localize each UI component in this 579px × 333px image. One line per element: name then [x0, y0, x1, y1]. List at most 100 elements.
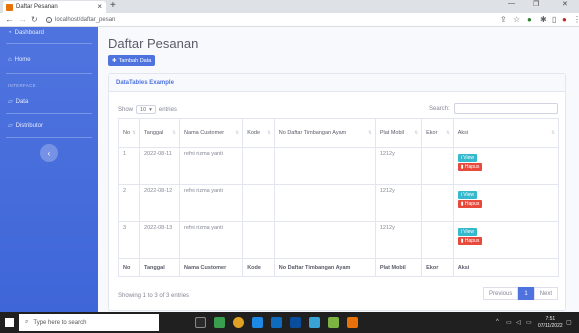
column-header-label: Tanggal — [144, 130, 164, 136]
site-info-icon[interactable]: i — [46, 17, 52, 23]
sidebar-toggle-button[interactable]: ‹ — [40, 144, 58, 162]
column-header[interactable]: Nama Customer ⇅ — [179, 118, 244, 148]
restore-icon[interactable]: ❐ — [533, 0, 539, 8]
app-icon[interactable] — [290, 317, 301, 328]
table-cell-ekor — [421, 221, 454, 259]
sidebar-item-distributor[interactable]: ▱ Distributor — [8, 122, 43, 130]
browser-tab[interactable]: Daftar Pesanan × — [3, 1, 106, 13]
reload-icon[interactable]: ↻ — [31, 15, 38, 24]
tab-close-icon[interactable]: × — [97, 2, 102, 11]
sidebar-item-label: Dashboard — [14, 30, 44, 36]
table-cell-plat: 1212y — [374, 184, 423, 222]
column-footer: No Daftar Timbangan Ayam — [273, 258, 376, 277]
extension-icon[interactable]: ● — [527, 15, 532, 24]
table-cell-no: 2 — [117, 184, 141, 222]
clock-date: 07/11/2022 — [538, 323, 563, 329]
delete-button[interactable]: ▮ Hapus — [457, 237, 483, 245]
table-footer-row: No Tanggal Nama Customer Kode No Daftar Timb… — [117, 258, 560, 277]
column-header[interactable]: Ekor ⇅ — [421, 118, 454, 148]
column-footer: No — [117, 258, 141, 277]
app-icon[interactable] — [347, 317, 358, 328]
table-cell-customer: refni rizma yanti — [179, 184, 244, 222]
bookmark-star-icon[interactable]: ☆ — [513, 15, 520, 24]
back-icon[interactable]: ← — [5, 14, 14, 24]
table-row: 2 2022-08-12 refni rizma yanti 1212y i View ▮… — [117, 184, 560, 222]
column-header-label: Aksi — [457, 130, 469, 136]
sort-icon: ⇅ — [172, 130, 177, 135]
app-icon[interactable] — [252, 317, 263, 328]
table-cell-timbangan — [273, 184, 376, 222]
sidebar-item-data[interactable]: ▱ Data — [8, 98, 28, 106]
table-header-row: No ⇅ Tanggal ⇅ Nama Customer ⇅ Kode ⇅ No Daftar … — [117, 118, 560, 148]
add-data-label: Tambah Data — [118, 57, 152, 64]
tray-chevron-icon[interactable]: ^ — [496, 319, 499, 325]
search-label: Search: — [429, 106, 450, 112]
new-tab-button[interactable]: + — [110, 0, 116, 11]
column-header[interactable]: Tanggal ⇅ — [139, 118, 181, 148]
sidebar-item-label: Distributor — [15, 122, 43, 129]
add-data-button[interactable]: ✚ Tambah Data — [108, 55, 156, 66]
table-row: 1 2022-08-11 refni rizma yanti 1212y i View ▮… — [117, 147, 560, 185]
sidebar-divider — [6, 113, 92, 114]
chrome-icon[interactable] — [233, 317, 244, 328]
delete-button[interactable]: ▮ Hapus — [457, 163, 483, 171]
table-cell-plat: 1212y — [374, 221, 423, 259]
entries-select[interactable]: 10 ▾ — [136, 105, 156, 114]
table-cell-ekor — [421, 184, 454, 222]
column-footer: Aksi — [452, 258, 560, 277]
pagination-page-1[interactable]: 1 — [518, 287, 534, 300]
delete-button[interactable]: ▮ Hapus — [457, 200, 483, 208]
task-view-icon[interactable] — [195, 317, 206, 328]
view-button[interactable]: i View — [457, 154, 477, 162]
app-icon[interactable] — [328, 317, 339, 328]
column-header-label: Plat Mobil — [379, 130, 404, 136]
menu-kebab-icon[interactable]: ⋮ — [573, 15, 579, 24]
table-cell-kode — [242, 184, 275, 222]
share-icon[interactable]: ⇪ — [500, 15, 507, 24]
taskbar-search-placeholder: Type here to search — [33, 319, 87, 326]
app-icon[interactable] — [309, 317, 320, 328]
page-title: Daftar Pesanan — [108, 36, 199, 51]
taskbar-clock[interactable]: 7:51 07/11/2022 — [538, 316, 563, 330]
column-header[interactable]: Plat Mobil ⇅ — [374, 118, 423, 148]
minimize-icon[interactable]: — — [508, 0, 515, 7]
window-close-icon[interactable]: ✕ — [562, 0, 568, 8]
column-footer: Ekor — [421, 258, 454, 277]
sidebar: ◔ Dashboard ⌂ Home INTERFACE ▱ Data ▱ Di… — [0, 27, 98, 312]
forward-icon[interactable]: → — [18, 14, 27, 24]
pagination-previous[interactable]: Previous — [483, 287, 519, 300]
profile-avatar-icon[interactable]: ● — [562, 15, 567, 24]
sidebar-item-dashboard[interactable]: ◔ Dashboard — [8, 30, 44, 36]
column-header[interactable]: Aksi ⇅ — [452, 118, 560, 148]
sidebar-item-home[interactable]: ⌂ Home — [8, 57, 31, 63]
table-cell-timbangan — [273, 147, 376, 185]
notification-icon[interactable]: ▢ — [566, 319, 572, 326]
table-cell-tanggal: 2022-08-13 — [139, 221, 181, 259]
column-header[interactable]: No ⇅ — [117, 118, 141, 148]
windows-start-icon[interactable] — [5, 318, 14, 327]
view-button[interactable]: i View — [457, 228, 477, 236]
table-cell-plat: 1212y — [374, 147, 423, 185]
column-header-label: Ekor — [426, 130, 438, 136]
address-bar[interactable]: i localhost/daftar_pesan — [46, 15, 486, 25]
table-cell-customer: refni rizma yanti — [179, 147, 244, 185]
app-icon[interactable] — [271, 317, 282, 328]
table-cell-actions: i View ▮ Hapus — [452, 147, 560, 185]
home-icon: ⌂ — [8, 57, 12, 63]
table-body: 1 2022-08-11 refni rizma yanti 1212y i View ▮… — [117, 147, 560, 259]
table-cell-tanggal: 2022-08-12 — [139, 184, 181, 222]
app-icon[interactable] — [214, 317, 225, 328]
battery-icon[interactable]: ▭ — [526, 319, 532, 326]
column-header[interactable]: No Daftar Timbangan Ayam ⇅ — [273, 118, 376, 148]
sidepanel-icon[interactable]: ▯ — [552, 15, 556, 24]
view-button[interactable]: i View — [457, 191, 477, 199]
pagination-next[interactable]: Next — [533, 287, 559, 300]
view-label: View — [463, 192, 474, 198]
column-header[interactable]: Kode ⇅ — [242, 118, 275, 148]
volume-icon[interactable]: ◁ — [516, 319, 521, 326]
extensions-puzzle-icon[interactable]: ✱ — [540, 15, 547, 24]
network-icon[interactable]: ▭ — [506, 319, 512, 326]
search-input[interactable] — [454, 103, 558, 114]
taskbar-search-input[interactable]: ⌕ Type here to search — [19, 314, 159, 331]
table-cell-actions: i View ▮ Hapus — [452, 184, 560, 222]
